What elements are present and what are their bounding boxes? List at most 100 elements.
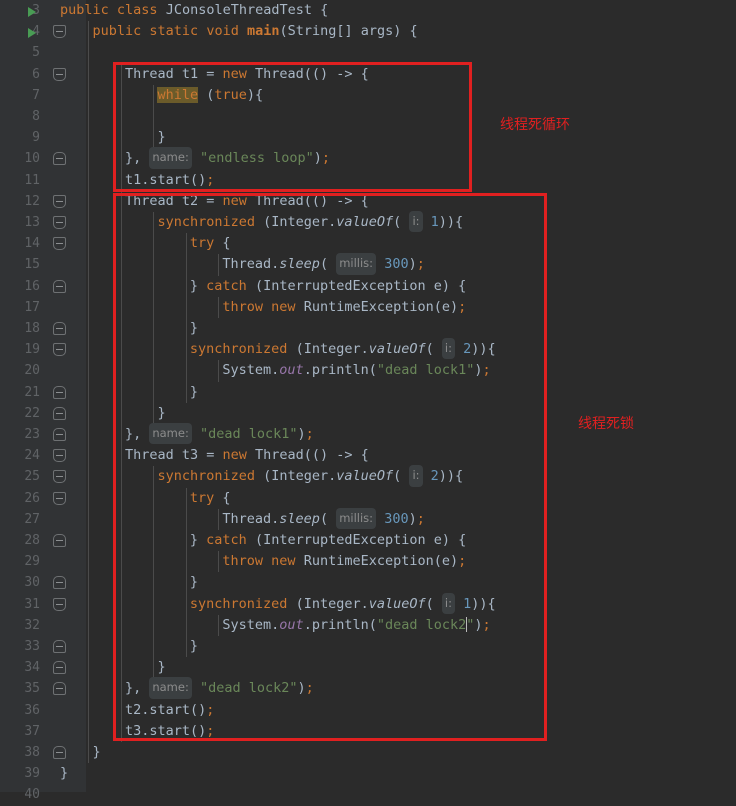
code-line[interactable]: Thread.sleep( millis: 300); [222,507,425,530]
code-line[interactable]: public class JConsoleThreadTest { [60,0,328,21]
code-line[interactable]: }, name: "endless loop"); [125,147,330,169]
line-number: 15 [24,257,40,273]
fold-toggle-icon[interactable] [53,428,66,441]
code-line[interactable]: synchronized (Integer.valueOf( i: 1)){ [157,211,463,233]
indent-guide [185,487,187,658]
line-number: 33 [24,639,40,654]
code-editor[interactable]: 3 4 5 6 7 8 9 10 11 12 13 14 15 16 17 18 19 20 21 22 23 24 25 2… [0,0,736,802]
fold-toggle-icon[interactable] [53,385,66,399]
code-line[interactable]: System.out.println("dead lock2"); [222,615,491,636]
indent-guide [88,21,90,764]
line-number: 12 [24,193,40,209]
fold-toggle-icon[interactable] [53,640,66,653]
code-line[interactable]: } [190,382,198,403]
code-line[interactable]: }, name: "dead lock1"); [125,423,314,445]
code-line[interactable]: t1.start(); [125,170,214,191]
fold-toggle-icon[interactable] [53,67,66,81]
code-line[interactable]: Thread t3 = new Thread(() -> { [125,445,369,466]
line-number: 11 [24,172,40,188]
fold-toggle-icon[interactable] [53,491,66,505]
code-line[interactable]: } catch (InterruptedException e) { [190,276,466,297]
parameter-hint: i: [441,592,455,614]
line-number: 7 [32,87,40,103]
indent-guide [218,360,220,382]
indent-guide [153,84,155,149]
indent-guide [153,212,155,424]
annotation-label-deadlock: 线程死锁 [578,416,634,432]
code-line[interactable]: } [157,403,165,424]
line-number: 30 [24,575,40,591]
line-number: 26 [24,490,40,506]
fold-toggle-icon[interactable] [53,25,66,39]
line-number: 27 [24,511,40,527]
parameter-hint: millis: [336,253,377,275]
fold-toggle-icon[interactable] [53,216,66,229]
search-match: while [157,86,199,103]
indent-guide [120,63,122,742]
line-number: 24 [24,448,40,464]
fold-toggle-icon[interactable] [53,343,66,357]
code-line[interactable]: try { [190,488,231,509]
code-line[interactable]: t3.start(); [125,721,214,742]
code-line[interactable]: throw new RuntimeException(e); [222,551,466,572]
fold-toggle-icon[interactable] [53,470,66,484]
fold-toggle-icon[interactable] [53,237,66,251]
annotation-label-endless-loop: 线程死循环 [500,117,570,133]
fold-toggle-icon[interactable] [53,746,66,759]
code-line[interactable]: public static void main(String[] args) { [92,21,417,42]
indent-guide [218,296,220,318]
parameter-hint: millis: [336,507,377,529]
line-number: 35 [24,681,40,697]
code-line[interactable]: Thread t2 = new Thread(() -> { [125,191,369,212]
fold-toggle-icon[interactable] [53,194,66,208]
code-line[interactable]: }, name: "dead lock2"); [125,677,314,699]
code-line[interactable]: } [190,572,198,593]
indent-guide [153,466,155,679]
line-number: 40 [24,787,40,803]
indent-guide [218,508,220,530]
code-line[interactable]: } [92,742,100,763]
code-line[interactable]: } [157,657,165,678]
code-line[interactable]: throw new RuntimeException(e); [222,297,466,318]
line-number: 20 [24,363,40,379]
code-line[interactable]: synchronized (Integer.valueOf( i: 1)){ [190,592,496,615]
fold-toggle-icon[interactable] [53,576,66,590]
fold-toggle-icon[interactable] [53,449,66,463]
code-line[interactable]: } catch (InterruptedException e) { [190,530,466,551]
code-text-area[interactable] [86,0,736,792]
indent-guide [218,551,220,573]
code-line[interactable]: while (true){ [157,85,263,106]
code-line[interactable]: synchronized (Integer.valueOf( i: 2)){ [157,465,463,487]
fold-toggle-icon[interactable] [53,152,66,166]
code-line[interactable]: } [60,763,68,784]
fold-toggle-icon[interactable] [53,597,66,611]
line-number: 14 [24,236,40,252]
run-arrow-icon[interactable] [28,21,40,42]
line-number: 32 [24,617,40,633]
code-line[interactable]: t2.start(); [125,700,214,721]
fold-toggle-icon[interactable] [53,534,66,547]
code-line[interactable]: Thread t1 = new Thread(() -> { [125,64,369,85]
code-line[interactable]: System.out.println("dead lock1"); [222,360,490,381]
line-number: 23 [24,427,40,442]
parameter-hint: i: [409,211,423,233]
line-number: 18 [24,321,40,336]
code-line[interactable]: } [190,318,198,339]
fold-toggle-icon[interactable] [53,661,66,675]
parameter-hint: name: [149,423,192,445]
line-number: 16 [24,278,40,294]
indent-guide [218,614,220,636]
fold-toggle-icon[interactable] [53,322,66,335]
indent-guide [218,254,220,276]
code-line[interactable]: } [190,636,198,657]
code-line[interactable]: } [157,127,165,148]
fold-toggle-icon[interactable] [53,279,66,293]
fold-toggle-icon[interactable] [53,406,66,420]
parameter-hint: i: [441,338,455,360]
code-line[interactable]: try { [190,233,231,254]
code-line[interactable]: synchronized (Integer.valueOf( i: 2)){ [190,338,496,360]
run-arrow-icon[interactable] [28,0,40,21]
code-line[interactable]: Thread.sleep( millis: 300); [222,253,425,275]
line-number: 31 [24,596,40,612]
fold-toggle-icon[interactable] [53,682,66,696]
